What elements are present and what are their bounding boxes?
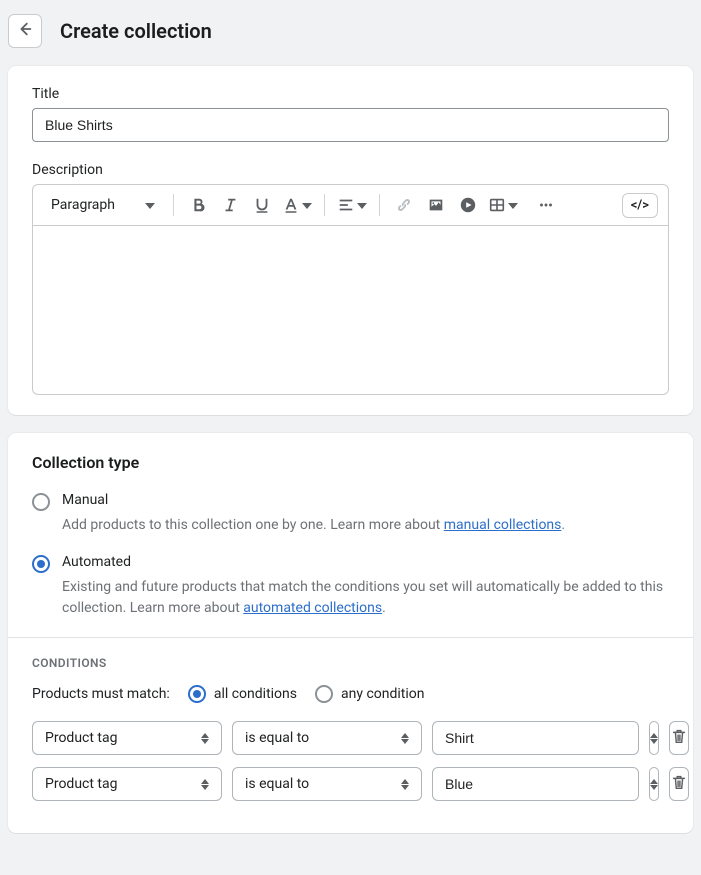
sort-icon — [650, 733, 658, 744]
separator — [379, 194, 380, 216]
condition-row: Product tag is equal to — [32, 721, 669, 755]
video-button[interactable] — [454, 191, 482, 219]
italic-button[interactable] — [216, 191, 244, 219]
paragraph-selector[interactable]: Paragraph — [43, 193, 163, 217]
link-button[interactable] — [390, 191, 418, 219]
automated-help: Existing and future products that match … — [62, 577, 669, 619]
bold-button[interactable] — [184, 191, 212, 219]
all-conditions-radio[interactable]: all conditions — [188, 684, 297, 703]
caret-down-icon — [145, 197, 155, 213]
manual-radio[interactable] — [32, 493, 50, 511]
any-condition-radio[interactable]: any condition — [315, 684, 425, 703]
trash-icon — [670, 773, 688, 795]
condition-sort-button[interactable] — [649, 767, 659, 801]
page-title: Create collection — [60, 19, 212, 43]
trash-icon — [670, 727, 688, 749]
condition-value-input[interactable] — [432, 767, 639, 801]
condition-field-value: Product tag — [45, 730, 117, 746]
condition-field-select[interactable]: Product tag — [32, 767, 222, 801]
all-conditions-label: all conditions — [214, 686, 297, 702]
description-label: Description — [32, 162, 669, 178]
condition-row: Product tag is equal to — [32, 767, 669, 801]
separator — [324, 194, 325, 216]
caret-down-icon — [302, 197, 312, 213]
sort-icon — [401, 733, 409, 744]
title-label: Title — [32, 86, 669, 102]
editor-toolbar: Paragraph — [32, 184, 669, 225]
collection-type-heading: Collection type — [32, 453, 669, 472]
condition-sort-button[interactable] — [649, 721, 659, 755]
condition-relation-select[interactable]: is equal to — [232, 767, 422, 801]
automated-label: Automated — [62, 554, 131, 570]
match-label: Products must match: — [32, 686, 170, 702]
condition-relation-value: is equal to — [245, 776, 309, 792]
code-view-button[interactable]: </> — [622, 193, 658, 218]
delete-condition-button[interactable] — [669, 767, 689, 801]
caret-down-icon — [508, 197, 518, 213]
condition-field-select[interactable]: Product tag — [32, 721, 222, 755]
caret-down-icon — [357, 197, 367, 213]
manual-collections-link[interactable]: manual collections — [444, 517, 562, 533]
condition-value-input[interactable] — [432, 721, 639, 755]
back-button[interactable] — [8, 14, 42, 48]
title-input[interactable] — [32, 108, 669, 142]
sort-icon — [201, 779, 209, 790]
table-button[interactable] — [486, 191, 520, 219]
description-editor[interactable] — [32, 225, 669, 395]
manual-label: Manual — [62, 492, 108, 508]
title-card: Title Description Paragraph — [8, 66, 693, 415]
delete-condition-button[interactable] — [669, 721, 689, 755]
image-button[interactable] — [422, 191, 450, 219]
any-condition-label: any condition — [341, 686, 425, 702]
sort-icon — [650, 779, 658, 790]
radio-icon — [188, 685, 206, 703]
text-color-button[interactable] — [280, 191, 314, 219]
sort-icon — [401, 779, 409, 790]
more-button[interactable] — [532, 191, 560, 219]
condition-relation-value: is equal to — [245, 730, 309, 746]
condition-field-value: Product tag — [45, 776, 117, 792]
underline-button[interactable] — [248, 191, 276, 219]
sort-icon — [201, 733, 209, 744]
manual-help: Add products to this collection one by o… — [62, 515, 669, 536]
divider — [8, 637, 693, 638]
collection-type-card: Collection type Manual Add products to t… — [8, 433, 693, 833]
separator — [173, 194, 174, 216]
radio-icon — [315, 685, 333, 703]
paragraph-selector-label: Paragraph — [51, 197, 115, 213]
arrow-left-icon — [16, 20, 34, 42]
align-button[interactable] — [335, 191, 369, 219]
conditions-heading: CONDITIONS — [32, 656, 669, 670]
automated-radio[interactable] — [32, 555, 50, 573]
automated-collections-link[interactable]: automated collections — [243, 600, 382, 616]
condition-relation-select[interactable]: is equal to — [232, 721, 422, 755]
